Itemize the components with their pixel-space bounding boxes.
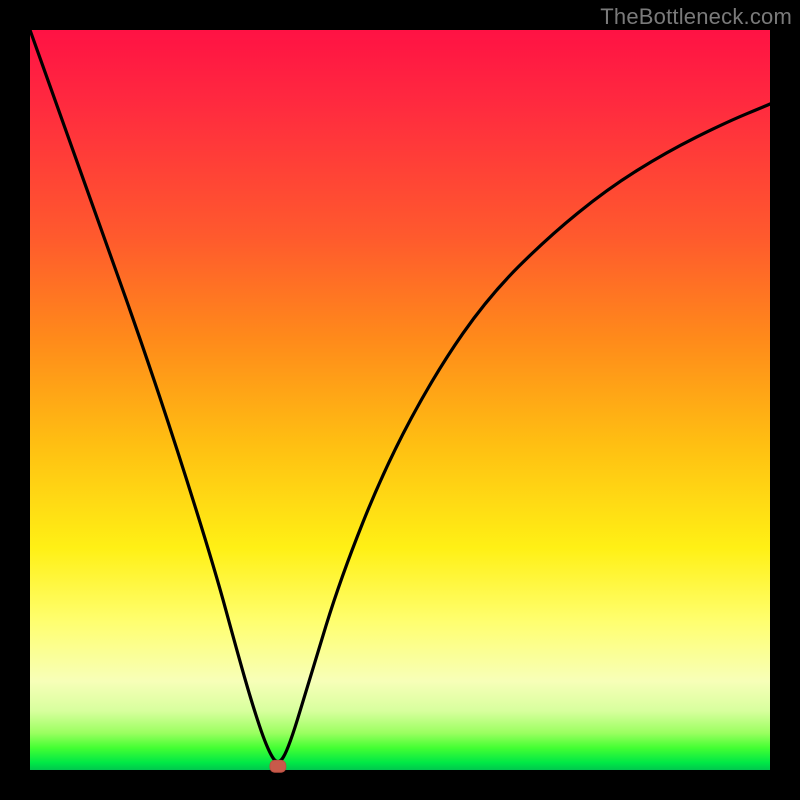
chart-plot-area <box>30 30 770 770</box>
min-marker <box>270 760 286 772</box>
watermark-text: TheBottleneck.com <box>600 4 792 30</box>
bottleneck-curve <box>30 30 770 762</box>
chart-frame: TheBottleneck.com <box>0 0 800 800</box>
chart-svg <box>30 30 770 770</box>
